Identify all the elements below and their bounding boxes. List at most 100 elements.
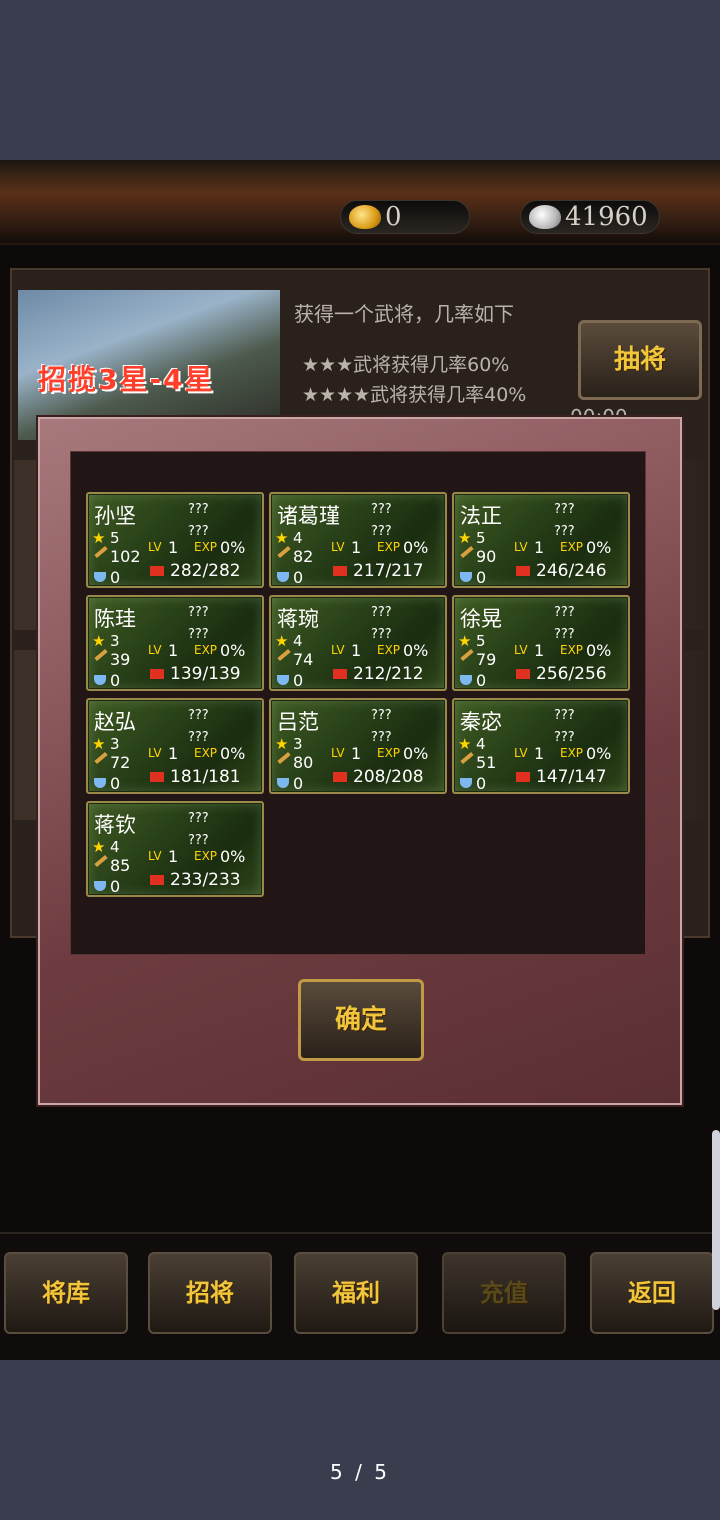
general-card[interactable]: 诸葛瑾?????? ★ 4 82 0 LV 1 EXP 0% 217/217 [269,492,447,588]
nav-back-button[interactable]: 返回 [590,1252,714,1334]
general-defense: 0 [110,774,121,793]
image-viewer: 0 41960 招揽3星-4星 获得一个武将，几率如下 ★★★武将获得几率60%… [0,0,720,1520]
general-defense: 0 [476,671,487,690]
general-attack: 51 [476,753,497,772]
star-icon: ★ [458,632,472,650]
shield-icon [277,778,289,788]
level-label: LV [514,746,528,760]
general-card[interactable]: 秦宓?????? ★ 4 51 0 LV 1 EXP 0% 147/147 [452,698,630,794]
silver-amount: 41960 [565,202,648,232]
shield-icon [277,572,289,582]
hp-icon [333,772,347,782]
recruit-info-title: 获得一个武将，几率如下 [294,302,514,326]
general-defense: 0 [110,568,121,587]
unknown-attr-2: ??? [188,524,209,539]
star-icon: ★ [275,735,289,753]
shield-icon [94,675,106,685]
nav-recruit-button[interactable]: 招将 [148,1252,272,1334]
confirm-button[interactable]: 确定 [298,979,424,1061]
general-attack: 102 [110,547,141,566]
general-card[interactable]: 蒋钦?????? ★ 4 85 0 LV 1 EXP 0% 233/233 [86,801,264,897]
shield-icon [94,778,106,788]
general-level: 1 [168,538,179,557]
unknown-attr-2: ??? [188,833,209,848]
level-label: LV [148,643,162,657]
shield-icon [94,572,106,582]
general-stars: 3 [293,735,303,753]
unknown-attr-2: ??? [371,627,392,642]
unknown-attr-2: ??? [188,730,209,745]
scrollbar-handle[interactable] [712,1130,720,1310]
recruit-result-dialog: 孙坚?????? ★ 5 102 0 LV 1 EXP 0% 282/282 诸葛瑾?????? ★ 4… [38,417,682,1105]
gold-amount: 0 [385,202,402,232]
general-attack: 79 [476,650,497,669]
general-attack: 82 [293,547,314,566]
general-level: 1 [168,641,179,660]
silver-display: 41960 [520,200,660,234]
star-icon: ★ [275,632,289,650]
gold-ingot-icon [349,205,381,229]
star-icon: ★ [275,529,289,547]
exp-label: EXP [377,540,401,554]
general-card-grid: 孙坚?????? ★ 5 102 0 LV 1 EXP 0% 282/282 诸葛瑾?????? ★ 4… [70,451,646,955]
general-level: 1 [351,641,362,660]
general-hp: 212/212 [353,664,424,684]
general-card[interactable]: 法正?????? ★ 5 90 0 LV 1 EXP 0% 246/246 [452,492,630,588]
level-label: LV [331,746,345,760]
general-stars: 4 [293,632,303,650]
star-icon: ★ [458,735,472,753]
star-icon: ★ [458,529,472,547]
exp-label: EXP [194,643,218,657]
general-defense: 0 [110,671,121,690]
sword-icon [94,648,108,662]
exp-label: EXP [560,746,584,760]
unknown-attr-2: ??? [371,524,392,539]
draw-general-button[interactable]: 抽将 [578,320,702,400]
general-card[interactable]: 陈珪?????? ★ 3 39 0 LV 1 EXP 0% 139/139 [86,595,264,691]
level-label: LV [148,540,162,554]
general-hp: 246/246 [536,561,607,581]
general-defense: 0 [476,568,487,587]
unknown-attr-2: ??? [371,730,392,745]
general-name: 秦宓 [460,710,502,734]
general-hp: 233/233 [170,870,241,890]
bottom-nav: 将库 招将 福利 充值 返回 [0,1232,720,1360]
general-card[interactable]: 孙坚?????? ★ 5 102 0 LV 1 EXP 0% 282/282 [86,492,264,588]
general-card[interactable]: 蒋琬?????? ★ 4 74 0 LV 1 EXP 0% 212/212 [269,595,447,691]
general-hp: 139/139 [170,664,241,684]
general-stars: 4 [293,529,303,547]
level-label: LV [514,643,528,657]
recruit-banner-tag: 招揽3星-4星 [38,363,215,396]
star-icon: ★ [92,632,106,650]
nav-warehouse-button[interactable]: 将库 [4,1252,128,1334]
unknown-attr-1: ??? [371,708,392,723]
general-level: 1 [168,744,179,763]
level-label: LV [148,849,162,863]
general-stars: 4 [476,735,486,753]
rate-3star: ★★★武将获得几率60% [302,354,510,376]
unknown-attr-1: ??? [188,502,209,517]
exp-label: EXP [560,540,584,554]
sword-icon [277,545,291,559]
general-defense: 0 [476,774,487,793]
general-name: 陈珪 [94,607,136,631]
general-exp: 0% [586,641,612,660]
exp-label: EXP [377,746,401,760]
general-exp: 0% [220,538,246,557]
hp-icon [516,669,530,679]
shield-icon [277,675,289,685]
general-defense: 0 [293,568,304,587]
hp-icon [516,772,530,782]
general-card[interactable]: 吕范?????? ★ 3 80 0 LV 1 EXP 0% 208/208 [269,698,447,794]
shield-icon [94,881,106,891]
general-stars: 5 [110,529,120,547]
general-card[interactable]: 赵弘?????? ★ 3 72 0 LV 1 EXP 0% 181/181 [86,698,264,794]
level-label: LV [331,540,345,554]
unknown-attr-1: ??? [188,605,209,620]
general-card[interactable]: 徐晃?????? ★ 5 79 0 LV 1 EXP 0% 256/256 [452,595,630,691]
nav-welfare-button[interactable]: 福利 [294,1252,418,1334]
hp-icon [333,566,347,576]
game-screen: 0 41960 招揽3星-4星 获得一个武将，几率如下 ★★★武将获得几率60%… [0,160,720,1360]
nav-recharge-button[interactable]: 充值 [442,1252,566,1334]
shield-icon [460,778,472,788]
